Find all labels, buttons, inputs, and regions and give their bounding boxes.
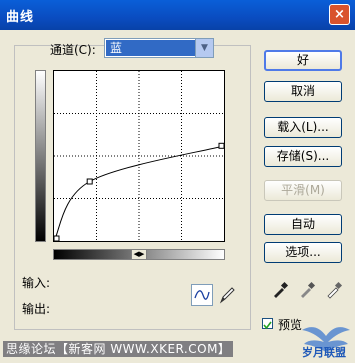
curve-graph[interactable] bbox=[53, 70, 225, 242]
watermark-right-text: 岁月联盟 bbox=[302, 346, 346, 359]
black-eyedropper-icon[interactable] bbox=[271, 281, 289, 299]
pencil-icon bbox=[219, 287, 235, 304]
smooth-button[interactable]: 平滑(M) bbox=[264, 180, 342, 201]
save-button[interactable]: 存储(S)... bbox=[264, 146, 342, 167]
curve-tool-button[interactable] bbox=[191, 284, 213, 306]
curve-tool-icon bbox=[194, 290, 210, 300]
chevron-down-icon[interactable]: ▼ bbox=[195, 39, 213, 57]
gradient-toggle-icon[interactable]: ◀▶ bbox=[131, 249, 147, 260]
channel-select[interactable]: 蓝 ▼ bbox=[104, 38, 214, 58]
curve-control-point[interactable] bbox=[218, 142, 224, 149]
channel-label: 通道(C): bbox=[50, 43, 96, 57]
watermark-right-logo: 岁月联盟 bbox=[298, 322, 354, 360]
output-label: 输出: bbox=[22, 302, 51, 316]
title-bar: 曲线 × bbox=[0, 0, 355, 30]
channel-selected-value: 蓝 bbox=[106, 40, 196, 56]
window-title: 曲线 bbox=[6, 10, 35, 25]
curve-control-point[interactable] bbox=[54, 235, 60, 241]
pencil-tool-button[interactable] bbox=[216, 284, 238, 306]
auto-button[interactable]: 自动 bbox=[264, 214, 342, 235]
curve-grid bbox=[54, 71, 224, 241]
output-gradient-bar bbox=[35, 70, 46, 242]
load-button[interactable]: 载入(L)... bbox=[264, 117, 342, 138]
white-eyedropper-icon[interactable] bbox=[325, 281, 343, 299]
input-label: 输入: bbox=[22, 276, 51, 290]
checkmark-icon bbox=[263, 321, 272, 330]
cancel-button[interactable]: 取消 bbox=[264, 81, 342, 102]
watermark-left: 思缘论坛【新客网 WWW.XKER.COM】 bbox=[3, 341, 234, 357]
options-button[interactable]: 选项... bbox=[264, 242, 342, 263]
close-button[interactable]: × bbox=[329, 4, 350, 25]
gray-eyedropper-icon[interactable] bbox=[298, 281, 316, 299]
tone-curve[interactable] bbox=[54, 145, 224, 241]
ok-button[interactable]: 好 bbox=[264, 50, 342, 71]
curve-control-point[interactable] bbox=[86, 178, 93, 185]
preview-checkbox[interactable] bbox=[262, 318, 273, 330]
